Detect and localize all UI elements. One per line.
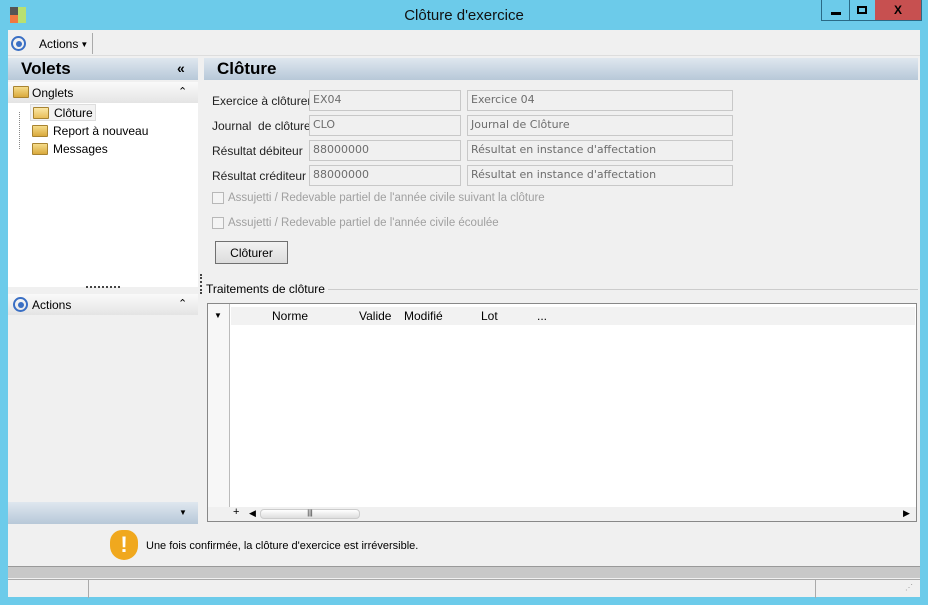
tree-item-messages[interactable]: Messages xyxy=(30,140,110,157)
actions-label: Actions xyxy=(32,298,72,312)
row-header-column: ▼ xyxy=(208,304,230,521)
actions-header[interactable]: Actions ⌃ xyxy=(8,294,198,315)
close-button[interactable]: X xyxy=(875,0,922,21)
minimize-button[interactable] xyxy=(821,0,850,21)
cloture-header: Clôture xyxy=(204,58,918,80)
toolbar-separator xyxy=(92,33,93,54)
collapse-up-icon[interactable]: ⌃ xyxy=(178,297,187,310)
journal-label: Journal de clôture xyxy=(212,119,311,133)
onglets-panel: Onglets ⌃ Clôture Report à nouveau Messa… xyxy=(8,82,198,287)
resultat-crediteur-label: Résultat créditeur xyxy=(212,169,307,183)
column-more[interactable]: ... xyxy=(537,309,547,323)
cloturer-button[interactable]: Clôturer xyxy=(215,241,288,264)
crediteur-code-field[interactable]: 88000000 xyxy=(309,165,461,186)
crediteur-description-field[interactable]: Résultat en instance d'affectation xyxy=(467,165,733,186)
checkbox-box[interactable] xyxy=(212,217,224,229)
volets-title: Volets xyxy=(21,59,71,78)
chevron-down-icon: ▼ xyxy=(80,39,89,49)
tree-line xyxy=(19,112,20,149)
add-row-button[interactable]: + xyxy=(233,506,239,518)
checkbox-annee-suivante[interactable]: Assujetti / Redevable partiel de l'année… xyxy=(212,192,545,204)
app-target-icon xyxy=(11,36,26,51)
scroll-left-icon[interactable]: ◀ xyxy=(249,508,256,519)
horizontal-scrollbar[interactable]: + ◀ ||| ▶ xyxy=(208,506,916,521)
folder-icon xyxy=(13,86,29,98)
journal-code-field[interactable]: CLO xyxy=(309,115,461,136)
warning-text: Une fois confirmée, la clôture d'exercic… xyxy=(146,540,419,552)
checkbox-label: Assujetti / Redevable partiel de l'année… xyxy=(228,192,545,204)
column-chooser-icon[interactable]: ▼ xyxy=(214,311,222,320)
resultat-debiteur-label: Résultat débiteur xyxy=(212,144,303,158)
panel-splitter-handle[interactable] xyxy=(86,286,120,288)
title-bar: Clôture d'exercice X xyxy=(0,0,928,30)
page-title: Clôture xyxy=(217,59,277,78)
checkbox-annee-ecoulee[interactable]: Assujetti / Redevable partiel de l'année… xyxy=(212,217,499,229)
tree-item-report[interactable]: Report à nouveau xyxy=(30,122,150,139)
column-valide[interactable]: Valide xyxy=(359,309,391,323)
column-norme[interactable]: Norme xyxy=(272,309,308,323)
column-modifie[interactable]: Modifié xyxy=(404,309,443,323)
column-lot[interactable]: Lot xyxy=(481,309,498,323)
exercice-code-field[interactable]: EX04 xyxy=(309,90,461,111)
volets-header: Volets « xyxy=(8,58,198,80)
open-folder-icon xyxy=(33,106,49,119)
tree-item-label: Messages xyxy=(53,141,108,156)
status-divider xyxy=(88,580,89,598)
debiteur-description-field[interactable]: Résultat en instance d'affectation xyxy=(467,140,733,161)
tree-item-label: Clôture xyxy=(54,105,93,120)
folder-icon xyxy=(32,142,48,155)
window-client: Actions ▼ Volets « Onglets ⌃ Clôture Rep… xyxy=(8,30,920,598)
collapse-panel-icon[interactable]: « xyxy=(177,60,185,76)
folder-icon xyxy=(32,124,48,137)
progress-bar xyxy=(8,566,920,578)
collapse-up-icon[interactable]: ⌃ xyxy=(178,85,187,98)
debiteur-code-field[interactable]: 88000000 xyxy=(309,140,461,161)
onglets-header[interactable]: Onglets ⌃ xyxy=(8,82,198,103)
scroll-right-icon[interactable]: ▶ xyxy=(903,508,910,519)
exercice-description-field[interactable]: Exercice 04 xyxy=(467,90,733,111)
scrollbar-thumb[interactable]: ||| xyxy=(260,509,360,519)
tree-item-label: Report à nouveau xyxy=(53,123,149,138)
actions-menu[interactable]: Actions ▼ xyxy=(39,37,88,51)
window-title: Clôture d'exercice xyxy=(404,7,524,24)
checkbox-label: Assujetti / Redevable partiel de l'année… xyxy=(228,217,499,229)
onglets-label: Onglets xyxy=(32,86,74,100)
group-title: Traitements de clôture xyxy=(206,282,328,296)
warning-icon: ! xyxy=(110,530,138,560)
traitements-grid[interactable]: ▼ Norme Valide Modifié Lot ... + ◀ ||| ▶ xyxy=(207,303,917,522)
actions-target-icon xyxy=(13,297,28,312)
status-bar: ⋰ xyxy=(8,579,920,598)
tree-item-cloture[interactable]: Clôture xyxy=(30,104,96,121)
panel-footer: ▼ xyxy=(8,502,198,524)
journal-description-field[interactable]: Journal de Clôture xyxy=(467,115,733,136)
maximize-button[interactable] xyxy=(849,0,876,21)
chevron-down-icon[interactable]: ▼ xyxy=(179,508,187,517)
vertical-splitter[interactable] xyxy=(200,274,202,294)
actions-menu-label: Actions xyxy=(39,37,79,51)
actions-panel: Actions ⌃ xyxy=(8,292,198,502)
exercice-label: Exercice à clôturer xyxy=(212,94,312,108)
status-divider xyxy=(815,580,816,598)
resize-grip-icon[interactable]: ⋰ xyxy=(905,583,913,592)
grid-header: Norme Valide Modifié Lot ... xyxy=(231,307,915,325)
checkbox-box[interactable] xyxy=(212,192,224,204)
toolbar: Actions ▼ xyxy=(8,30,920,56)
